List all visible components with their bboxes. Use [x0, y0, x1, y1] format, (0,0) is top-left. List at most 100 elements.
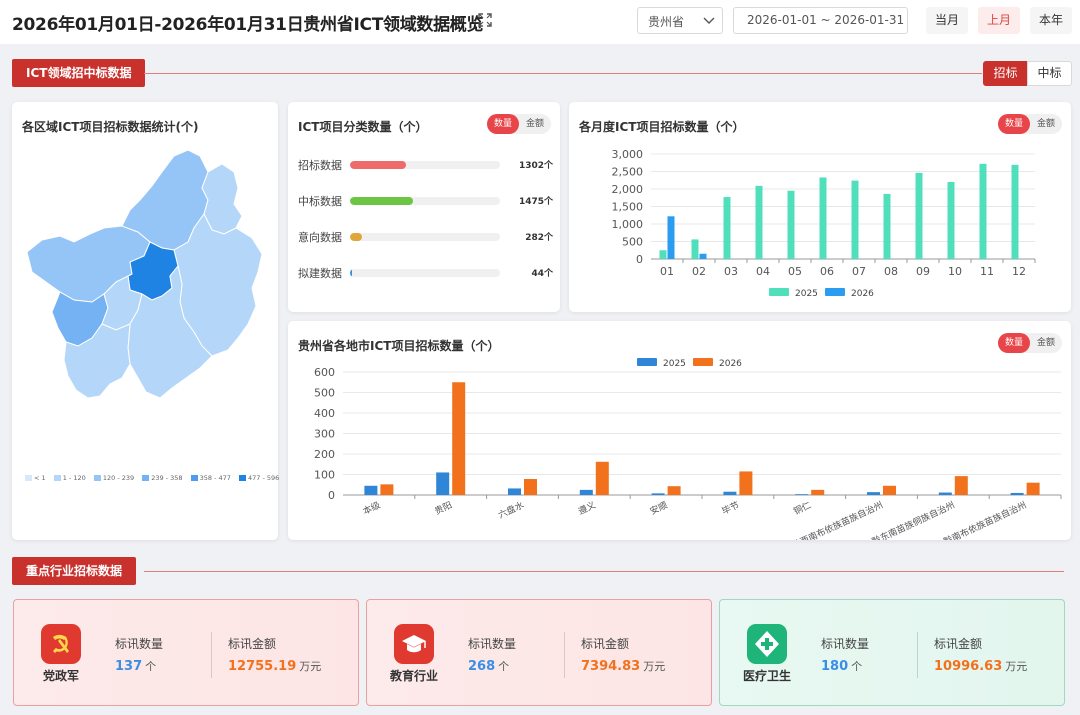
metric-toggle[interactable]: 数量 金额 [486, 114, 551, 134]
x-tick-label: 01 [660, 265, 674, 278]
x-tick-label: 铜仁 [792, 499, 813, 517]
section-tag: 重点行业招标数据 [12, 557, 137, 585]
tab-winning[interactable]: 中标 [1027, 61, 1072, 86]
amount-label: 标讯金额 [934, 637, 983, 651]
y-tick-label: 500 [622, 236, 643, 249]
province-select[interactable]: 贵州省 [637, 7, 723, 34]
bar-2025 [883, 193, 891, 259]
count-value: 137 个 [115, 659, 157, 674]
period-this-month-button[interactable]: 当月 [926, 7, 968, 34]
progress-track [350, 161, 500, 169]
x-tick-label: 02 [692, 265, 706, 278]
bar-2026 [699, 253, 707, 259]
map-legend-item: 120 - 239 [93, 474, 134, 482]
period-last-month-button[interactable]: 上月 [978, 7, 1020, 34]
bar-2026 [739, 471, 753, 495]
fullscreen-icon[interactable] [478, 13, 492, 27]
city-bar-chart: 0100200300400500600本级 贵阳 六盘水 遵义 安顺 毕节 铜仁黔西南布依族… [314, 358, 1062, 540]
bar-2025 [691, 239, 699, 259]
category-row: 意向数据 282个 [298, 229, 553, 245]
industry-name: 医疗卫生 [742, 669, 791, 683]
map-legend-item: 477 - 596 [238, 474, 279, 482]
city-chart-card: 贵州省各地市ICT项目招标数量（个） 数量 金额 0 100 200 300 400 500… [288, 321, 1071, 540]
x-tick-label: 11 [980, 265, 994, 278]
bar-2025 [436, 472, 450, 495]
bar-2025 [364, 485, 378, 495]
y-tick-label: 600 [314, 366, 335, 379]
industry-card-medical[interactable]: 医疗卫生 标讯数量 180 个 标讯金额 10996.63 万元 [719, 599, 1065, 706]
x-tick-label: 05 [788, 265, 802, 278]
date-range-picker[interactable]: 2026-01-01 ~ 2026-01-31 [733, 7, 908, 34]
x-tick-label: 安顺 [648, 499, 669, 517]
toggle-count[interactable]: 数量 [486, 114, 519, 134]
progress-fill [350, 269, 352, 277]
x-tick-label: 黔南布依族苗族自治州 [942, 499, 1029, 540]
industry-name: 党政军 [42, 669, 79, 683]
y-tick-label: 1,000 [612, 218, 644, 231]
divider [211, 632, 212, 678]
card-title: ICT项目分类数量（个） [298, 120, 428, 134]
party-emblem-icon [41, 624, 81, 664]
bar-2026 [954, 476, 968, 495]
x-tick-label: 贵阳 [433, 499, 454, 517]
divider [917, 632, 918, 678]
monthly-chart-card: 各月度ICT项目招标数量（个） 数量 金额 0 500 1,000 1,500 2,000… [569, 102, 1071, 312]
bar-2026 [667, 486, 681, 495]
category-value: 1302个 [518, 161, 553, 171]
category-label: 拟建数据 [298, 267, 342, 280]
legend-swatch [637, 358, 657, 366]
section-divider [144, 73, 982, 74]
category-label: 意向数据 [298, 231, 342, 244]
category-value: 282个 [525, 233, 553, 243]
toggle-amount[interactable]: 金额 [519, 114, 551, 134]
y-tick-label: 3,000 [612, 148, 644, 161]
bar-2026 [595, 461, 609, 495]
x-tick-label: 03 [724, 265, 738, 278]
graduation-cap-icon [394, 624, 434, 664]
bar-2025 [755, 185, 763, 259]
legend-swatch [693, 358, 713, 366]
bar-2025 [819, 177, 827, 259]
legend-label: 2026 [851, 289, 874, 299]
count-value: 268 个 [468, 659, 510, 674]
category-row: 中标数据 1475个 [298, 193, 553, 209]
progress-fill [350, 197, 413, 205]
progress-track [350, 197, 500, 205]
map-legend-item: 239 - 358 [142, 474, 183, 482]
bar-2025 [938, 492, 952, 495]
legend-label: 2025 [795, 289, 818, 299]
y-tick-label: 0 [328, 489, 335, 502]
industry-card-party[interactable]: 党政军 标讯数量 137 个 标讯金额 12755.19 万元 [13, 599, 359, 706]
bar-2025 [579, 489, 593, 495]
bar-2025 [795, 494, 809, 495]
bar-2025 [1011, 164, 1019, 259]
legend-label: 2025 [663, 359, 686, 369]
category-count-card: ICT项目分类数量（个） 数量 金额 招标数据 1302个 中标数据 1475个 … [288, 102, 560, 312]
y-tick-label: 500 [314, 387, 335, 400]
bar-2025 [915, 172, 923, 259]
count-label: 标讯数量 [821, 637, 870, 651]
y-tick-label: 200 [314, 448, 335, 461]
progress-fill [350, 161, 406, 169]
bar-2026 [1026, 482, 1040, 495]
guizhou-map[interactable] [12, 142, 278, 462]
legend-label: 2026 [719, 359, 742, 369]
amount-value: 10996.63 万元 [934, 659, 1028, 674]
bar-2025 [723, 491, 737, 495]
map-legend-item: 358 - 477 [190, 474, 231, 482]
y-tick-label: 300 [314, 428, 335, 441]
x-tick-label: 黔东南苗族侗族自治州 [870, 499, 957, 540]
y-tick-label: 400 [314, 407, 335, 420]
x-tick-label: 遵义 [576, 499, 597, 517]
industry-card-education[interactable]: 教育行业 标讯数量 268 个 标讯金额 7394.83 万元 [366, 599, 712, 706]
bar-2025 [651, 493, 665, 495]
x-tick-label: 六盘水 [496, 499, 526, 521]
bar-2026 [452, 382, 466, 495]
page-title: 2026年01月01日-2026年01月31日贵州省ICT领域数据概览 [12, 15, 484, 35]
province-select-value: 贵州省 [648, 15, 685, 29]
period-this-year-button[interactable]: 本年 [1030, 7, 1072, 34]
tab-bidding[interactable]: 招标 [983, 61, 1028, 86]
bar-2025 [508, 488, 521, 495]
x-tick-label: 毕节 [720, 499, 741, 517]
bar-2026 [524, 479, 537, 495]
